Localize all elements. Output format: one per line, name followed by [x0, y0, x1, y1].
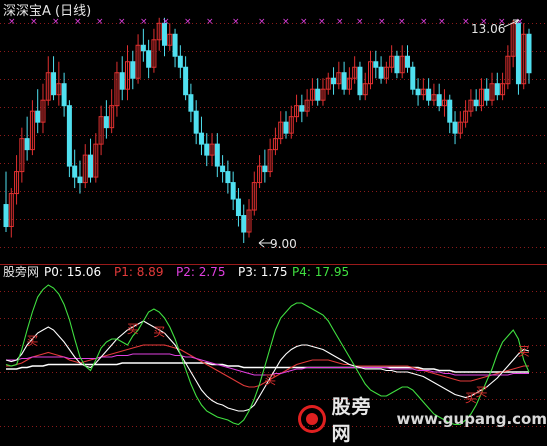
chart-title: 深深宝A (日线) — [3, 4, 91, 19]
buy-marker: 买 — [475, 385, 487, 399]
candle-body — [526, 33, 532, 74]
candle-body — [146, 50, 152, 68]
candle-body — [88, 154, 94, 178]
param-p1: P1: 8.89 — [114, 265, 163, 279]
candle-body — [225, 171, 231, 184]
watermark-name: 股旁网 — [331, 396, 372, 445]
candle-body — [35, 110, 41, 123]
marker-x: × — [184, 17, 192, 27]
buy-marker: 买 — [26, 334, 38, 348]
candle-body — [3, 204, 9, 228]
candle-body — [341, 72, 347, 90]
candle-body — [235, 198, 241, 217]
candle-body — [103, 116, 109, 129]
candle-body — [447, 99, 453, 123]
candle-body — [426, 88, 432, 101]
candle-body — [452, 121, 458, 134]
candle-body — [183, 66, 189, 96]
candle-body — [220, 165, 226, 173]
candle-body — [373, 61, 379, 68]
param-p3: P3: 1.75 — [238, 265, 287, 279]
candle-body — [404, 55, 410, 68]
candle-body — [193, 110, 199, 134]
marker-x: × — [162, 17, 170, 27]
marker-x: × — [232, 17, 240, 27]
buy-marker: 买 — [153, 325, 165, 339]
candle-body — [331, 77, 337, 85]
candlestick-series — [3, 17, 532, 243]
indicator-legend: 股旁网 P0: 15.06 P1: 8.89 P2: 2.75 P3: 1.75… — [3, 264, 349, 279]
candle-body — [494, 83, 500, 96]
marker-x: × — [206, 17, 214, 27]
candle-body — [315, 88, 321, 101]
buy-marker: 买 — [264, 373, 276, 387]
low-label: 9.00 — [270, 237, 297, 251]
indicator-name: 股旁网 — [3, 264, 39, 279]
candle-body — [262, 165, 268, 173]
marker-x: × — [96, 17, 104, 27]
candle-body — [66, 105, 72, 167]
indicator-line-p3 — [5, 320, 530, 412]
param-p2: P2: 2.75 — [176, 265, 225, 279]
candle-body — [172, 33, 178, 57]
candle-body — [283, 121, 289, 134]
candle-body — [140, 44, 146, 52]
marker-x: × — [118, 17, 126, 27]
candle-body — [378, 66, 384, 79]
candle-body — [394, 55, 400, 74]
candle-body — [230, 182, 236, 200]
marker-x: × — [258, 17, 266, 27]
candle-body — [198, 132, 204, 145]
marker-x: × — [300, 17, 308, 27]
candle-body — [484, 88, 490, 101]
marker-x: × — [336, 17, 344, 27]
candle-body — [214, 143, 220, 167]
marker-x: × — [462, 17, 470, 27]
grid-lines — [0, 23, 547, 427]
candle-body — [51, 72, 57, 96]
candle-body — [410, 66, 416, 90]
marker-x: × — [438, 17, 446, 27]
param-p0: P0: 15.06 — [44, 265, 101, 279]
chart-canvas: × × × × × × × × × × × × × × × × × × × × × × × × × 买买 买买买买买 深深宝A (… — [0, 4, 547, 427]
watermark-logo-icon — [298, 405, 326, 433]
candle-body — [241, 215, 247, 233]
candle-body — [515, 22, 521, 85]
candle-body — [357, 66, 363, 96]
watermark: 股旁网 www.gupang.com — [298, 396, 547, 445]
low-annotation: 9.00 — [258, 237, 297, 251]
candle-body — [61, 83, 67, 107]
candle-body — [188, 94, 194, 112]
buy-marker: 买 — [127, 322, 139, 336]
candle-body — [473, 99, 479, 107]
marker-x: × — [356, 17, 364, 27]
candle-body — [299, 105, 305, 112]
candle-body — [177, 55, 183, 68]
watermark-url: www.gupang.com — [396, 410, 547, 428]
candle-body — [77, 176, 83, 184]
candle-body — [72, 165, 78, 178]
candle-body — [436, 94, 442, 107]
candle-body — [119, 72, 125, 90]
high-annotation: 13.06 — [471, 19, 520, 36]
marker-x: × — [378, 17, 386, 27]
param-p4: P4: 17.95 — [292, 265, 349, 279]
candle-body — [24, 138, 30, 151]
marker-x: × — [318, 17, 326, 27]
marker-x: × — [140, 17, 148, 27]
marker-x: × — [282, 17, 290, 27]
high-label: 13.06 — [471, 22, 505, 36]
marker-x: × — [398, 17, 406, 27]
candle-body — [415, 88, 421, 96]
marker-x: × — [420, 17, 428, 27]
candle-body — [204, 143, 210, 156]
buy-marker: 买 — [518, 345, 530, 359]
candle-body — [130, 61, 136, 79]
